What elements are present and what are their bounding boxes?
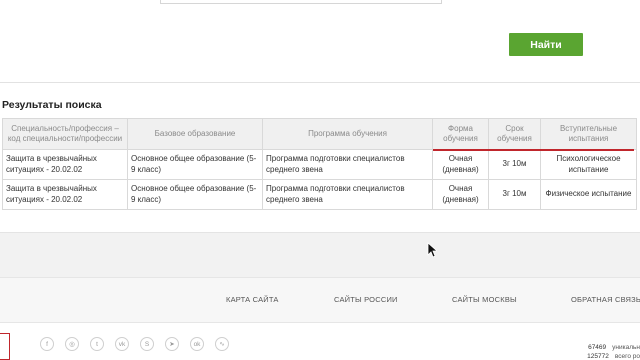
results-table: Специальность/профессия – код специально… [2, 118, 637, 210]
table-header-row: Специальность/профессия – код специально… [2, 118, 637, 150]
visitor-counter-unique: 67469 уникальн [584, 344, 640, 351]
column-header-base-education: Базовое образование [127, 118, 263, 150]
skype-icon[interactable]: S [140, 337, 154, 351]
search-input[interactable] [160, 0, 442, 4]
mouse-cursor-icon [427, 242, 437, 258]
twitter-icon[interactable]: t [90, 337, 104, 351]
odnoklassniki-icon[interactable]: ok [190, 337, 204, 351]
facebook-icon[interactable]: f [40, 337, 54, 351]
column-header-study-form: Форма обучения [432, 118, 489, 150]
cell-study-form: Очная (дневная) [432, 179, 489, 210]
vk-icon[interactable]: vk [115, 337, 129, 351]
visitor-counter-total: 125772 всего ро [587, 353, 640, 360]
column-header-duration: Срок обучения [488, 118, 541, 150]
results-title: Результаты поиска [2, 99, 102, 111]
table-row: Защита в чрезвычайных ситуациях - 20.02.… [2, 179, 637, 210]
cell-entrance-tests: Физическое испытание [540, 179, 637, 210]
cell-base-education: Основное общее образование (5-9 класс) [127, 149, 263, 180]
counter-value: 67469 [588, 344, 607, 351]
divider [0, 82, 640, 83]
footer-link-feedback[interactable]: ОБРАТНАЯ СВЯЗЬ [571, 295, 640, 304]
table-row: Защита в чрезвычайных ситуациях - 20.02.… [2, 149, 637, 180]
counter-label: всего ро [614, 353, 640, 360]
cell-duration: 3г 10м [488, 179, 541, 210]
footer-link-sitemap[interactable]: КАРТА САЙТА [226, 295, 279, 304]
column-header-program: Программа обучения [262, 118, 433, 150]
column-header-specialty: Специальность/профессия – код специально… [2, 118, 128, 150]
footer-link-russia-sites[interactable]: САЙТЫ РОССИИ [334, 295, 398, 304]
cell-program: Программа подготовки специалистов средне… [262, 179, 433, 210]
counter-label: уникальн [612, 344, 640, 351]
column-header-entrance-tests: Вступительные испытания [540, 118, 637, 150]
footer-link-moscow-sites[interactable]: САЙТЫ МОСКВЫ [452, 295, 517, 304]
cell-base-education: Основное общее образование (5-9 класс) [127, 179, 263, 210]
cell-specialty: Защита в чрезвычайных ситуациях - 20.02.… [2, 149, 128, 180]
instagram-icon[interactable]: ◎ [65, 337, 79, 351]
footer-menu: КАРТА САЙТА САЙТЫ РОССИИ САЙТЫ МОСКВЫ ОБ… [0, 277, 640, 323]
cell-duration: 3г 10м [488, 149, 541, 180]
telegram-icon[interactable]: ➤ [165, 337, 179, 351]
cell-study-form: Очная (дневная) [432, 149, 489, 180]
cell-program: Программа подготовки специалистов средне… [262, 149, 433, 180]
cell-specialty: Защита в чрезвычайных ситуациях - 20.02.… [2, 179, 128, 210]
counter-value: 125772 [587, 353, 609, 360]
header-accent-underline [433, 149, 634, 151]
footer-band [0, 232, 640, 277]
find-button[interactable]: Найти [509, 33, 583, 56]
cell-entrance-tests: Психологическое испытание [540, 149, 637, 180]
rss-icon[interactable]: ∿ [215, 337, 229, 351]
logo-frame [0, 333, 10, 360]
